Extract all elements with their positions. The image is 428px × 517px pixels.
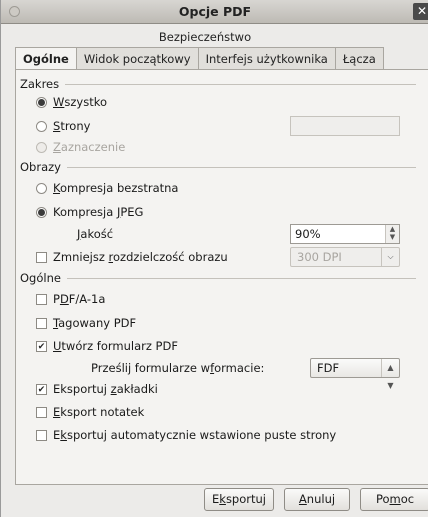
checkbox-tagged-pdf[interactable]: Tagowany PDF: [36, 314, 136, 332]
radio-lossless[interactable]: Kompresja bezstratna: [36, 179, 178, 197]
export-notes-label: Eksport notatek: [53, 405, 145, 419]
checkbox-tagged-pdf-box[interactable]: [36, 317, 47, 329]
tagged-pdf-label: Tagowany PDF: [53, 316, 137, 330]
tab-user-interface[interactable]: Interfejs użytkownika: [198, 47, 336, 70]
window-title: Opcje PDF: [178, 4, 252, 19]
tab-links[interactable]: Łącza: [335, 47, 384, 70]
tab-strip: Ogólne Widok początkowy Interfejs użytko…: [15, 47, 428, 70]
help-button[interactable]: Pomoc: [360, 488, 428, 511]
radio-jpeg[interactable]: Kompresja JPEG: [36, 203, 143, 221]
radio-pages-indicator[interactable]: [36, 120, 47, 132]
radio-selection-label: Zaznaczenie: [53, 140, 126, 154]
radio-selection[interactable]: Zaznaczenie: [36, 138, 125, 156]
checkbox-reduce-resolution[interactable]: Zmniejsz rozdzielczość obrazu: [36, 248, 228, 266]
checkbox-pdfa-box[interactable]: [36, 293, 47, 305]
resolution-dropdown[interactable]: 300 DPI ⌵: [290, 247, 400, 267]
checkbox-pdfa[interactable]: PDF/A-1a: [36, 290, 105, 308]
radio-all-label: Wszystko: [53, 95, 107, 109]
check-mark-icon[interactable]: [36, 383, 47, 395]
pdfa-label: PDF/A-1a: [53, 292, 106, 306]
images-group-heading: Obrazy: [20, 159, 416, 175]
radio-all[interactable]: Wszystko: [36, 93, 107, 111]
resolution-value: 300 DPI: [297, 250, 342, 264]
submit-format-dropdown[interactable]: FDF ▲ ▼: [310, 358, 400, 390]
radio-lossless-indicator[interactable]: [36, 182, 47, 194]
quality-value: 90%: [295, 227, 321, 241]
export-button[interactable]: Eksportuj: [204, 488, 274, 511]
close-icon[interactable]: ✕: [413, 3, 428, 20]
general-tab-panel: Zakres Wszystko Strony Zaznaczenie Obraz…: [15, 69, 428, 485]
radio-lossless-label: Kompresja bezstratna: [53, 181, 179, 195]
spinner-arrows-icon[interactable]: ▲ ▼: [381, 359, 399, 390]
range-group-heading: Zakres: [20, 76, 416, 92]
tab-security[interactable]: Bezpieczeństwo: [15, 30, 428, 47]
general-group-heading: Ogólne: [20, 270, 416, 286]
radio-all-indicator[interactable]: [36, 96, 47, 108]
check-mark-icon[interactable]: [36, 340, 47, 352]
radio-pages-label: Strony: [53, 119, 91, 133]
quality-label: Jakość: [77, 227, 114, 241]
pdf-options-dialog: Opcje PDF ✕ Bezpieczeństwo Ogólne Widok …: [0, 0, 428, 517]
create-form-label: Utwórz formularz PDF: [53, 339, 178, 353]
submit-format-label: Prześlij formularze w f ormacie:: [91, 361, 265, 375]
submit-format-value: FDF: [317, 361, 340, 375]
chevron-down-icon[interactable]: ⌵: [381, 248, 399, 266]
cancel-button[interactable]: Anuluj: [284, 488, 350, 511]
quality-spinbox[interactable]: 90% ▲ ▼: [290, 224, 400, 244]
pages-input[interactable]: [290, 116, 400, 136]
reduce-resolution-label: Zmniejsz rozdzielczość obrazu: [53, 250, 228, 264]
spinner-arrows-icon[interactable]: ▲ ▼: [385, 225, 399, 243]
tab-security-label: Bezpieczeństwo: [158, 30, 252, 44]
radio-selection-indicator[interactable]: [36, 141, 47, 153]
radio-jpeg-indicator[interactable]: [36, 206, 47, 218]
checkbox-export-notes-box[interactable]: [36, 406, 47, 418]
title-bar[interactable]: Opcje PDF ✕: [1, 0, 428, 24]
radio-jpeg-label: Kompresja JPEG: [53, 205, 144, 219]
checkbox-create-form[interactable]: Utwórz formularz PDF: [36, 337, 178, 355]
checkbox-reduce-resolution-box[interactable]: [36, 251, 47, 263]
checkbox-export-blank-pages-box[interactable]: [36, 429, 47, 441]
export-bookmarks-label: Eksportuj zakładki: [53, 382, 158, 396]
checkbox-export-notes[interactable]: Eksport notatek: [36, 403, 144, 421]
tab-general[interactable]: Ogólne: [15, 47, 77, 70]
checkbox-export-bookmarks[interactable]: Eksportuj zakładki: [36, 380, 158, 398]
export-blank-pages-label: Eksportuj automatycznie wstawione puste …: [53, 428, 337, 442]
tab-initial-view[interactable]: Widok początkowy: [76, 47, 199, 70]
radio-pages[interactable]: Strony: [36, 117, 90, 135]
checkbox-export-blank-pages[interactable]: Eksportuj automatycznie wstawione puste …: [36, 426, 336, 444]
